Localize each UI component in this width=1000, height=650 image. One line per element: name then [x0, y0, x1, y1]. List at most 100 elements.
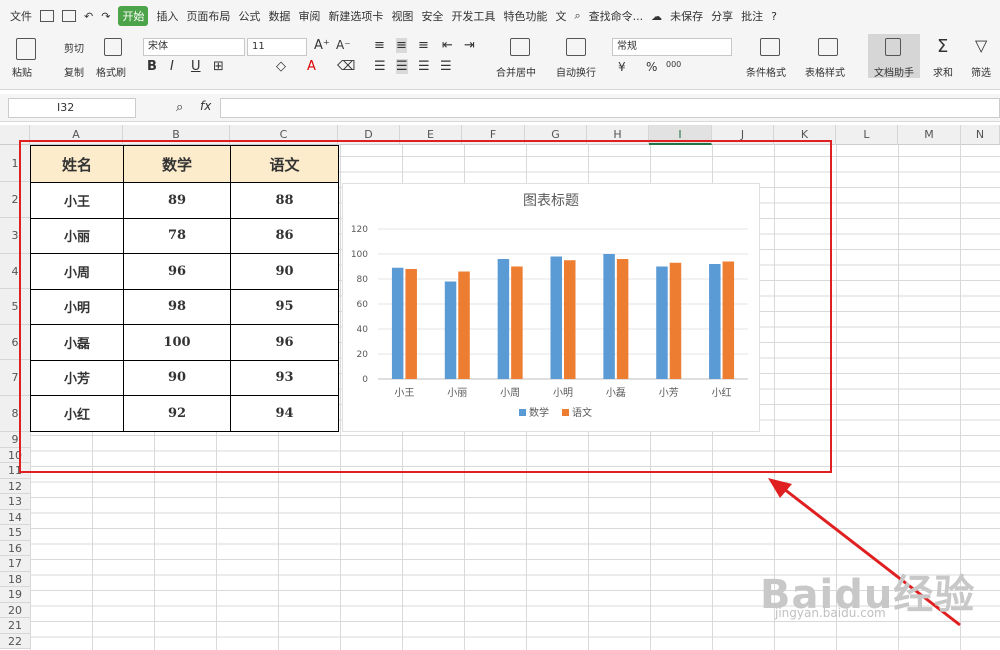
- file-menu[interactable]: 文件: [10, 8, 32, 24]
- column-header-m[interactable]: M: [898, 125, 961, 145]
- filter-button[interactable]: 筛选: [971, 64, 991, 79]
- row-header-8[interactable]: 8: [0, 396, 30, 432]
- grow-font-icon[interactable]: A⁺: [314, 38, 330, 53]
- table-style-button[interactable]: 表格样式: [805, 64, 845, 79]
- tab-developer[interactable]: 开发工具: [451, 8, 495, 24]
- column-header-j[interactable]: J: [712, 125, 774, 145]
- cut-button[interactable]: 剪切: [64, 40, 84, 55]
- font-color-icon[interactable]: A: [307, 59, 316, 74]
- cell-chinese[interactable]: 93: [230, 359, 339, 396]
- row-header-5[interactable]: 5: [0, 289, 30, 325]
- thousands-button[interactable]: 000: [666, 60, 681, 69]
- format-painter-button[interactable]: 格式刷: [96, 64, 126, 79]
- print-icon[interactable]: [62, 10, 76, 22]
- row-header-7[interactable]: 7: [0, 360, 30, 396]
- cell-math[interactable]: 96: [123, 253, 231, 290]
- tab-data[interactable]: 数据: [268, 8, 290, 24]
- bar-chart[interactable]: 图表标题 0 20 40 60 80 100 120 小王 小丽 小周 小明 小磊 小芳 小红 数学 语文: [342, 183, 760, 432]
- paste-button[interactable]: 粘贴: [12, 64, 32, 79]
- column-header-g[interactable]: G: [525, 125, 587, 145]
- sum-button[interactable]: 求和: [933, 64, 953, 79]
- percent-button[interactable]: %: [646, 60, 657, 74]
- column-header-c[interactable]: C: [230, 125, 338, 145]
- row-header-2[interactable]: 2: [0, 182, 30, 218]
- fx-label[interactable]: fx: [200, 99, 211, 113]
- comment-button[interactable]: 批注: [741, 8, 763, 24]
- tab-page-layout[interactable]: 页面布局: [186, 8, 230, 24]
- cell-name[interactable]: 小王: [30, 182, 124, 219]
- conditional-format-button[interactable]: 条件格式: [746, 64, 786, 79]
- auto-wrap-icon[interactable]: [566, 38, 586, 56]
- command-search[interactable]: 查找命令...: [589, 8, 644, 24]
- number-format-select[interactable]: 常规: [612, 38, 732, 56]
- name-box[interactable]: I32: [8, 98, 136, 118]
- row-header-16[interactable]: 16: [0, 540, 30, 556]
- undo-icon[interactable]: ↶: [84, 10, 93, 23]
- indent-increase-icon[interactable]: ⇥: [464, 38, 475, 53]
- doc-assistant-button[interactable]: 文档助手: [868, 34, 920, 79]
- tab-more[interactable]: 文: [555, 8, 566, 24]
- row-header-6[interactable]: 6: [0, 325, 30, 360]
- cell-name[interactable]: 小芳: [30, 359, 124, 396]
- cell-chinese[interactable]: 95: [230, 288, 339, 325]
- column-header-l[interactable]: L: [836, 125, 898, 145]
- font-name-select[interactable]: 宋体: [143, 38, 245, 56]
- cell-chinese[interactable]: 86: [230, 217, 339, 254]
- auto-wrap-button[interactable]: 自动换行: [556, 64, 596, 79]
- row-header-17[interactable]: 17: [0, 556, 30, 572]
- column-header-i[interactable]: I: [649, 125, 712, 145]
- cell-name[interactable]: 小磊: [30, 324, 124, 361]
- row-header-3[interactable]: 3: [0, 218, 30, 254]
- align-center-icon[interactable]: ☰: [396, 59, 408, 74]
- font-size-select[interactable]: 11: [247, 38, 307, 56]
- row-header-10[interactable]: 10: [0, 447, 30, 463]
- shrink-font-icon[interactable]: A⁻: [336, 38, 351, 52]
- table-style-icon[interactable]: [818, 38, 838, 56]
- format-painter-icon[interactable]: [104, 38, 122, 56]
- row-header-18[interactable]: 18: [0, 571, 30, 587]
- merge-center-button[interactable]: 合并居中: [496, 64, 536, 79]
- row-header-11[interactable]: 11: [0, 463, 30, 479]
- zoom-icon[interactable]: ⌕: [176, 100, 183, 115]
- cell-math[interactable]: 92: [123, 395, 231, 432]
- row-header-22[interactable]: 22: [0, 633, 30, 649]
- cell-chinese[interactable]: 96: [230, 324, 339, 361]
- tab-view[interactable]: 视图: [391, 8, 413, 24]
- tab-insert[interactable]: 插入: [156, 8, 178, 24]
- justify-icon[interactable]: ☰: [440, 59, 452, 74]
- align-top-icon[interactable]: ≡: [374, 38, 385, 53]
- row-header-13[interactable]: 13: [0, 494, 30, 510]
- cell-name[interactable]: 小周: [30, 253, 124, 290]
- cell-math[interactable]: 89: [123, 182, 231, 219]
- cell-math[interactable]: 98: [123, 288, 231, 325]
- conditional-format-icon[interactable]: [760, 38, 780, 56]
- row-header-14[interactable]: 14: [0, 509, 30, 525]
- redo-icon[interactable]: ↷: [101, 10, 110, 23]
- save-icon[interactable]: [40, 10, 54, 22]
- header-chinese[interactable]: 语文: [230, 145, 339, 183]
- clear-icon[interactable]: ⌫: [337, 59, 355, 74]
- row-header-1[interactable]: 1: [0, 145, 30, 182]
- column-header-d[interactable]: D: [338, 125, 400, 145]
- cell-chinese[interactable]: 90: [230, 253, 339, 290]
- cell-name[interactable]: 小红: [30, 395, 124, 432]
- italic-icon[interactable]: I: [170, 59, 174, 74]
- help-button[interactable]: ?: [771, 10, 777, 23]
- cell-chinese[interactable]: 88: [230, 182, 339, 219]
- row-header-19[interactable]: 19: [0, 587, 30, 603]
- row-header-21[interactable]: 21: [0, 618, 30, 634]
- cell-name[interactable]: 小明: [30, 288, 124, 325]
- bold-icon[interactable]: B: [147, 59, 157, 74]
- column-header-h[interactable]: H: [587, 125, 649, 145]
- sum-icon[interactable]: Σ: [937, 36, 948, 57]
- cell-math[interactable]: 90: [123, 359, 231, 396]
- tab-formula[interactable]: 公式: [238, 8, 260, 24]
- cell-chinese[interactable]: 94: [230, 395, 339, 432]
- row-header-9[interactable]: 9: [0, 432, 30, 448]
- share-button[interactable]: 分享: [711, 8, 733, 24]
- currency-button[interactable]: ¥: [618, 60, 626, 74]
- align-middle-icon[interactable]: ≡: [396, 38, 407, 53]
- align-right-icon[interactable]: ☰: [418, 59, 430, 74]
- tab-home[interactable]: 开始: [118, 6, 149, 26]
- search-icon[interactable]: ⌕: [574, 9, 580, 23]
